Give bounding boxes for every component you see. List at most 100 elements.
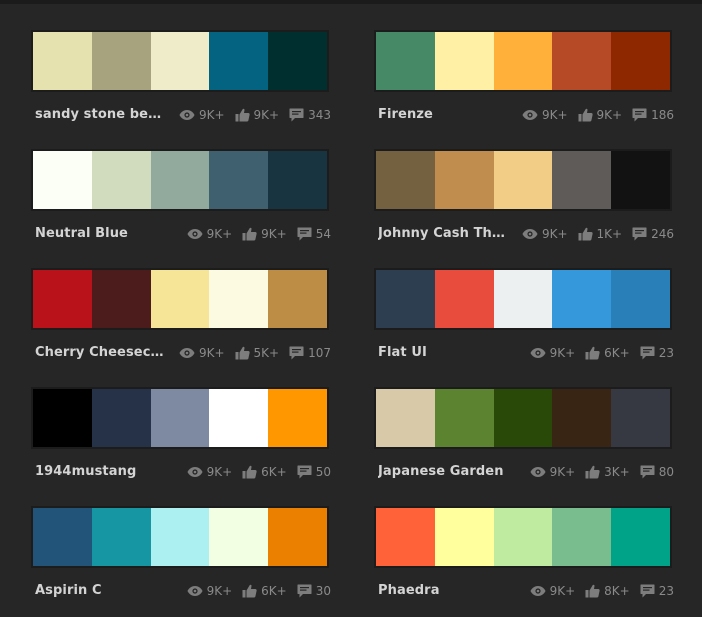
comment-icon[interactable] xyxy=(297,465,316,479)
color-swatch-strip[interactable] xyxy=(31,506,329,568)
color-swatch[interactable] xyxy=(33,151,92,209)
theme-card[interactable]: Phaedra 9K+ 8K+ 23 xyxy=(374,506,674,612)
theme-card[interactable]: Johnny Cash The Man In Black 9K+ 1K+ 246 xyxy=(374,149,674,255)
color-swatch[interactable] xyxy=(268,270,327,328)
color-swatch[interactable] xyxy=(434,508,494,566)
theme-card[interactable]: Aspirin C 9K+ 6K+ 30 xyxy=(31,506,331,612)
theme-card[interactable]: Firenze 9K+ 9K+ 186 xyxy=(374,30,674,136)
theme-name-link[interactable]: Aspirin C xyxy=(35,583,102,598)
color-swatch[interactable] xyxy=(268,151,327,209)
color-swatch[interactable] xyxy=(150,508,210,566)
likes-stat[interactable]: 1K+ xyxy=(578,227,622,241)
comments-stat[interactable]: 30 xyxy=(297,584,331,598)
likes-stat[interactable]: 6K+ xyxy=(585,346,630,360)
theme-name-link[interactable]: Flat UI xyxy=(378,345,427,360)
color-swatch[interactable] xyxy=(434,151,494,209)
comment-icon[interactable] xyxy=(289,346,308,360)
color-swatch[interactable] xyxy=(150,32,210,90)
color-swatch-strip[interactable] xyxy=(374,387,672,449)
color-swatch[interactable] xyxy=(209,508,269,566)
thumbs-up-icon[interactable] xyxy=(242,584,261,598)
thumbs-up-icon[interactable] xyxy=(235,346,254,360)
color-swatch-strip[interactable] xyxy=(374,30,672,92)
color-swatch[interactable] xyxy=(493,270,553,328)
color-swatch[interactable] xyxy=(209,389,269,447)
color-swatch-strip[interactable] xyxy=(374,268,672,330)
color-swatch[interactable] xyxy=(268,32,327,90)
thumbs-up-icon[interactable] xyxy=(578,227,597,241)
color-swatch-strip[interactable] xyxy=(374,149,672,211)
color-swatch[interactable] xyxy=(209,151,269,209)
color-swatch[interactable] xyxy=(150,270,210,328)
thumbs-up-icon[interactable] xyxy=(585,584,604,598)
comments-stat[interactable]: 343 xyxy=(289,108,331,122)
color-swatch[interactable] xyxy=(434,389,494,447)
color-swatch[interactable] xyxy=(434,270,494,328)
thumbs-up-icon[interactable] xyxy=(242,227,261,241)
theme-card[interactable]: Neutral Blue 9K+ 9K+ 54 xyxy=(31,149,331,255)
comments-stat[interactable]: 23 xyxy=(640,346,674,360)
comments-stat[interactable]: 50 xyxy=(297,465,331,479)
comment-icon[interactable] xyxy=(297,227,316,241)
comments-stat[interactable]: 54 xyxy=(297,227,331,241)
color-swatch[interactable] xyxy=(552,270,612,328)
color-swatch[interactable] xyxy=(493,32,553,90)
comment-icon[interactable] xyxy=(640,584,659,598)
comments-stat[interactable]: 186 xyxy=(632,108,674,122)
likes-stat[interactable]: 9K+ xyxy=(578,108,622,122)
thumbs-up-icon[interactable] xyxy=(585,465,604,479)
color-swatch[interactable] xyxy=(611,508,670,566)
comment-icon[interactable] xyxy=(297,584,316,598)
comment-icon[interactable] xyxy=(632,108,651,122)
comments-stat[interactable]: 246 xyxy=(632,227,674,241)
theme-name-link[interactable]: Phaedra xyxy=(378,583,440,598)
theme-card[interactable]: Flat UI 9K+ 6K+ 23 xyxy=(374,268,674,374)
comment-icon[interactable] xyxy=(289,108,308,122)
theme-card[interactable]: Japanese Garden 9K+ 3K+ 80 xyxy=(374,387,674,493)
theme-name-link[interactable]: 1944mustang xyxy=(35,464,136,479)
color-swatch[interactable] xyxy=(376,151,435,209)
color-swatch[interactable] xyxy=(268,508,327,566)
thumbs-up-icon[interactable] xyxy=(235,108,254,122)
color-swatch[interactable] xyxy=(376,32,435,90)
theme-card[interactable]: sandy stone beach ocean diver 9K+ 9K+ 343 xyxy=(31,30,331,136)
color-swatch[interactable] xyxy=(493,389,553,447)
color-swatch-strip[interactable] xyxy=(31,268,329,330)
color-swatch[interactable] xyxy=(91,508,151,566)
likes-stat[interactable]: 8K+ xyxy=(585,584,630,598)
color-swatch[interactable] xyxy=(493,151,553,209)
theme-name-link[interactable]: Firenze xyxy=(378,107,433,122)
comments-stat[interactable]: 23 xyxy=(640,584,674,598)
theme-name-link[interactable]: Neutral Blue xyxy=(35,226,128,241)
likes-stat[interactable]: 3K+ xyxy=(585,465,630,479)
likes-stat[interactable]: 9K+ xyxy=(242,227,287,241)
theme-card[interactable]: 1944mustang 9K+ 6K+ 50 xyxy=(31,387,331,493)
likes-stat[interactable]: 5K+ xyxy=(235,346,279,360)
comment-icon[interactable] xyxy=(640,346,659,360)
comments-stat[interactable]: 80 xyxy=(640,465,674,479)
color-swatch[interactable] xyxy=(611,32,670,90)
theme-name-link[interactable]: Johnny Cash The Man In Black xyxy=(378,226,510,241)
color-swatch[interactable] xyxy=(552,151,612,209)
color-swatch[interactable] xyxy=(91,32,151,90)
color-swatch[interactable] xyxy=(150,151,210,209)
thumbs-up-icon[interactable] xyxy=(585,346,604,360)
color-swatch[interactable] xyxy=(33,270,92,328)
color-swatch[interactable] xyxy=(552,32,612,90)
color-swatch[interactable] xyxy=(611,389,670,447)
color-swatch[interactable] xyxy=(268,389,327,447)
color-swatch[interactable] xyxy=(91,151,151,209)
color-swatch[interactable] xyxy=(91,389,151,447)
color-swatch[interactable] xyxy=(611,151,670,209)
theme-name-link[interactable]: Cherry Cheesecake xyxy=(35,345,167,360)
color-swatch[interactable] xyxy=(150,389,210,447)
likes-stat[interactable]: 9K+ xyxy=(235,108,279,122)
color-swatch[interactable] xyxy=(33,508,92,566)
color-swatch[interactable] xyxy=(552,389,612,447)
color-swatch[interactable] xyxy=(209,270,269,328)
color-swatch[interactable] xyxy=(376,270,435,328)
comments-stat[interactable]: 107 xyxy=(289,346,331,360)
thumbs-up-icon[interactable] xyxy=(242,465,261,479)
color-swatch[interactable] xyxy=(493,508,553,566)
comment-icon[interactable] xyxy=(632,227,651,241)
